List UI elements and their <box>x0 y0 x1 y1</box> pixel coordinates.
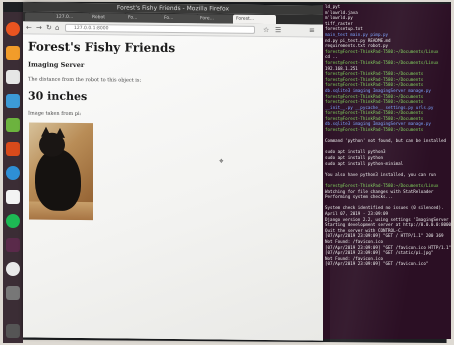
ubuntu-launcher <box>3 12 23 343</box>
page-content: Forest's Fishy Friends Imaging Server Th… <box>23 34 323 341</box>
text-cursor-icon: ⌖ <box>219 156 224 166</box>
terminal-line: forest@Forest-ThinkPad-T580:~/Documents/… <box>325 183 439 188</box>
help-icon[interactable] <box>6 166 20 180</box>
bookmark-star-icon[interactable]: ☆ <box>263 26 269 34</box>
app-grid-icon[interactable] <box>6 324 20 338</box>
terminal-line: forest@Forest-ThinkPad-T580:~/Documents/… <box>325 48 439 54</box>
distance-label: The distance from the robot to this obje… <box>28 76 142 84</box>
terminal-line: [07/Apr/2019 23:09:09] "GET /static/pi.j… <box>325 250 434 256</box>
page-title: Forest's Fishy Friends <box>28 39 176 56</box>
firefox-window: Forest's Fishy Friends - Mozilla Firefox… <box>23 2 323 341</box>
distance-value: 30 inches <box>28 89 88 104</box>
tab-3[interactable]: Fo... <box>125 13 162 23</box>
spotify-icon[interactable] <box>6 214 20 228</box>
reload-icon[interactable]: ↻ <box>46 24 52 32</box>
photo-of-monitor: Forest's Fishy Friends - Mozilla Firefox… <box>0 0 454 345</box>
back-arrow-icon[interactable]: ← <box>26 23 32 31</box>
terminal-line: Starting development server at http://0.… <box>325 222 451 228</box>
cat-photo <box>29 122 93 221</box>
cat-ear-left <box>41 126 51 137</box>
terminal-line: You also have python3 installed, you can… <box>325 171 436 177</box>
tab-2[interactable]: Robot <box>89 13 126 23</box>
library-icon[interactable]: ☰ <box>275 26 281 34</box>
tab-1[interactable]: 127.0... <box>53 12 90 23</box>
chrome-icon[interactable] <box>6 262 20 276</box>
menu-icon[interactable]: ≡ <box>309 26 315 34</box>
writer-icon[interactable] <box>6 94 20 108</box>
files-icon[interactable] <box>6 70 20 84</box>
firefox-icon[interactable] <box>6 46 20 60</box>
terminal-icon[interactable] <box>6 238 20 252</box>
forward-arrow-icon[interactable]: → <box>36 24 42 32</box>
url-bar[interactable]: 127.0.0.1:8000 <box>65 23 255 34</box>
home-icon[interactable]: ⌂ <box>55 24 59 32</box>
tab-5[interactable]: Fore... <box>197 14 234 24</box>
calc-icon[interactable] <box>6 118 20 132</box>
tab-0[interactable] <box>25 12 54 22</box>
cat-ear-right <box>55 127 65 138</box>
terminal-window[interactable]: ld_pyt m'lowrld.java m'lowrld.py tiff_ra… <box>323 4 451 339</box>
terminal-line: Command 'python' not found, but can be i… <box>325 138 447 144</box>
terminal-line: [07/Apr/2019 23:09:09] "GET /favicon.ico… <box>325 261 429 267</box>
ubuntu-logo-icon[interactable] <box>6 22 20 36</box>
amazon-icon[interactable] <box>6 190 20 204</box>
trash-icon[interactable] <box>6 286 20 300</box>
page-subtitle: Imaging Server <box>28 60 85 70</box>
impress-icon[interactable] <box>6 142 20 156</box>
image-caption: Image taken from pi: <box>28 110 82 118</box>
terminal-line: forest@Forest-ThinkPad-T580:~/Documents/… <box>325 59 439 65</box>
tab-active[interactable]: Forest... <box>233 14 276 25</box>
cat-body <box>35 148 81 212</box>
tab-4[interactable]: Fo... <box>161 13 198 24</box>
